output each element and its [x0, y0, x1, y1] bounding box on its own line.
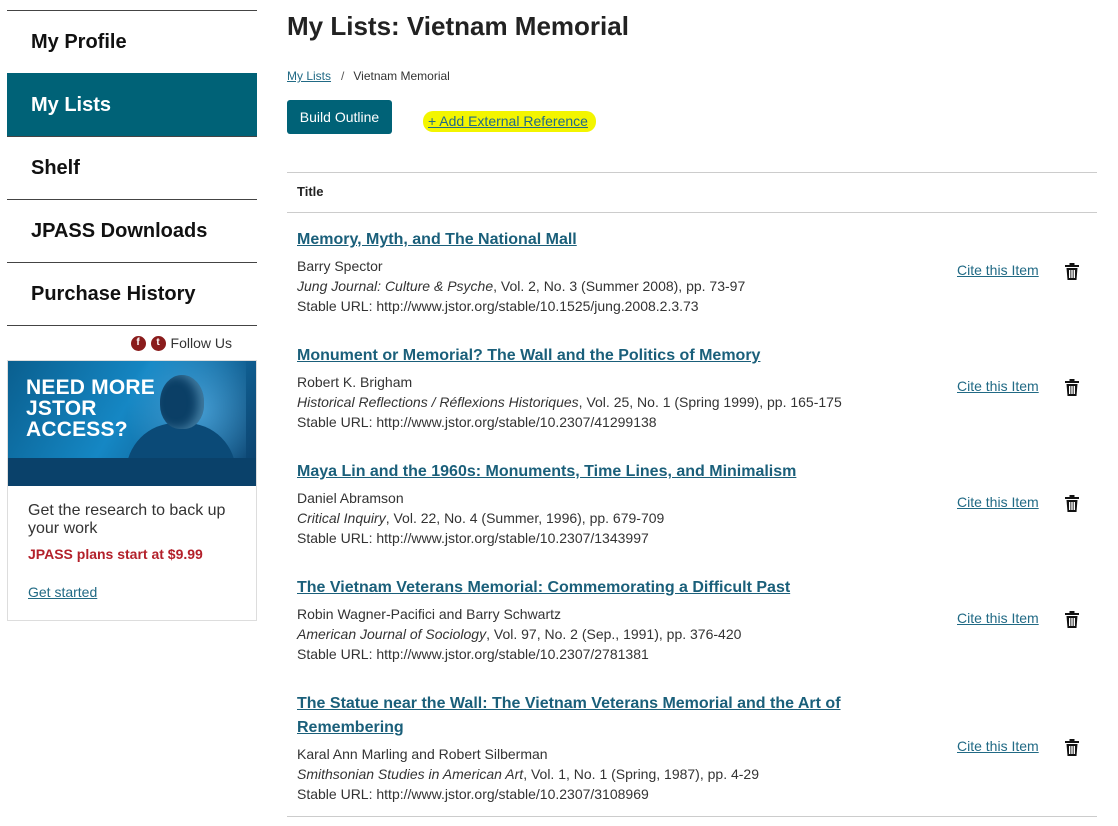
follow-us: f t Follow Us	[7, 326, 257, 360]
list-item: Monument or Memorial? The Wall and the P…	[287, 329, 1097, 445]
promo-body: Get the research to back up your work JP…	[8, 486, 256, 620]
item-title-link[interactable]: The Statue near the Wall: The Vietnam Ve…	[297, 692, 857, 740]
item-details: , Vol. 25, No. 1 (Spring 1999), pp. 165-…	[578, 394, 842, 410]
cite-this-item-link[interactable]: Cite this Item	[957, 262, 1039, 278]
cite-this-item-link[interactable]: Cite this Item	[957, 610, 1039, 626]
list-table: Title Memory, Myth, and The National Mal…	[287, 172, 1097, 807]
sidebar-item-my-profile[interactable]: My Profile	[7, 10, 257, 73]
promo-text: Get the research to back up your work	[28, 502, 226, 537]
item-title-link[interactable]: The Vietnam Veterans Memorial: Commemora…	[297, 576, 857, 600]
item-journal: Jung Journal: Culture & Psyche	[297, 278, 494, 294]
build-outline-button[interactable]: Build Outline	[287, 100, 392, 134]
breadcrumb: My Lists / Vietnam Memorial	[287, 69, 450, 83]
twitter-icon[interactable]: t	[150, 335, 166, 351]
facebook-icon[interactable]: f	[130, 335, 146, 351]
page-title: My Lists: Vietnam Memorial	[287, 11, 629, 41]
item-citation: Critical Inquiry, Vol. 22, No. 4 (Summer…	[297, 508, 1097, 528]
jpass-promo: NEED MORE JSTOR ACCESS? Get the research…	[7, 360, 257, 621]
promo-price: JPASS plans start at $9.99	[28, 546, 203, 562]
promo-banner-image[interactable]: NEED MORE JSTOR ACCESS?	[8, 361, 256, 486]
item-details: , Vol. 22, No. 4 (Summer, 1996), pp. 679…	[385, 510, 665, 526]
cite-this-item-link[interactable]: Cite this Item	[957, 738, 1039, 754]
list-item: The Statue near the Wall: The Vietnam Ve…	[287, 677, 1097, 807]
get-started-link[interactable]: Get started	[28, 584, 97, 600]
table-header-title: Title	[287, 173, 1097, 213]
item-journal: Smithsonian Studies in American Art	[297, 766, 524, 782]
item-details: , Vol. 1, No. 1 (Spring, 1987), pp. 4-29	[523, 766, 759, 782]
sidebar-item-jpass-downloads[interactable]: JPASS Downloads	[7, 199, 257, 262]
trash-icon[interactable]	[1065, 379, 1079, 396]
trash-icon[interactable]	[1065, 263, 1079, 280]
item-stable-url: Stable URL: http://www.jstor.org/stable/…	[297, 414, 657, 430]
item-journal: American Journal of Sociology	[297, 626, 487, 642]
list-item: Memory, Myth, and The National Mall Barr…	[287, 213, 1097, 329]
item-stable-url: Stable URL: http://www.jstor.org/stable/…	[297, 298, 699, 314]
sidebar-item-purchase-history[interactable]: Purchase History	[7, 262, 257, 325]
promo-headline: NEED MORE JSTOR ACCESS?	[26, 376, 155, 441]
promo-banner-figure-head	[160, 375, 204, 429]
item-stable-url: Stable URL: http://www.jstor.org/stable/…	[297, 530, 649, 546]
sidebar-item-shelf[interactable]: Shelf	[7, 136, 257, 199]
item-title-link[interactable]: Monument or Memorial? The Wall and the P…	[297, 344, 857, 368]
item-citation: Jung Journal: Culture & Psyche, Vol. 2, …	[297, 276, 1097, 296]
sidebar-item-my-lists[interactable]: My Lists	[7, 73, 257, 136]
promo-banner-desk	[8, 458, 256, 486]
breadcrumb-my-lists-link[interactable]: My Lists	[287, 69, 331, 83]
item-stable-url: Stable URL: http://www.jstor.org/stable/…	[297, 786, 649, 802]
item-citation: Smithsonian Studies in American Art, Vol…	[297, 764, 1097, 784]
item-title-link[interactable]: Memory, Myth, and The National Mall	[297, 228, 857, 252]
follow-us-label: Follow Us	[170, 335, 232, 351]
breadcrumb-current: Vietnam Memorial	[353, 69, 450, 83]
item-citation: American Journal of Sociology, Vol. 97, …	[297, 624, 1097, 644]
list-item: The Vietnam Veterans Memorial: Commemora…	[287, 561, 1097, 677]
add-external-reference-link[interactable]: + Add External Reference	[423, 111, 596, 132]
item-stable-url: Stable URL: http://www.jstor.org/stable/…	[297, 646, 649, 662]
trash-icon[interactable]	[1065, 739, 1079, 756]
sidebar: My Profile My Lists Shelf JPASS Download…	[7, 10, 257, 621]
item-details: , Vol. 2, No. 3 (Summer 2008), pp. 73-97	[493, 278, 746, 294]
breadcrumb-separator: /	[341, 69, 345, 83]
item-journal: Critical Inquiry	[297, 510, 386, 526]
trash-icon[interactable]	[1065, 495, 1079, 512]
table-bottom-divider	[287, 816, 1097, 817]
list-item: Maya Lin and the 1960s: Monuments, Time …	[287, 445, 1097, 561]
cite-this-item-link[interactable]: Cite this Item	[957, 378, 1039, 394]
item-title-link[interactable]: Maya Lin and the 1960s: Monuments, Time …	[297, 460, 857, 484]
item-journal: Historical Reflections / Réflexions Hist…	[297, 394, 579, 410]
item-details: , Vol. 97, No. 2 (Sep., 1991), pp. 376-4…	[486, 626, 742, 642]
item-citation: Historical Reflections / Réflexions Hist…	[297, 392, 1097, 412]
cite-this-item-link[interactable]: Cite this Item	[957, 494, 1039, 510]
trash-icon[interactable]	[1065, 611, 1079, 628]
